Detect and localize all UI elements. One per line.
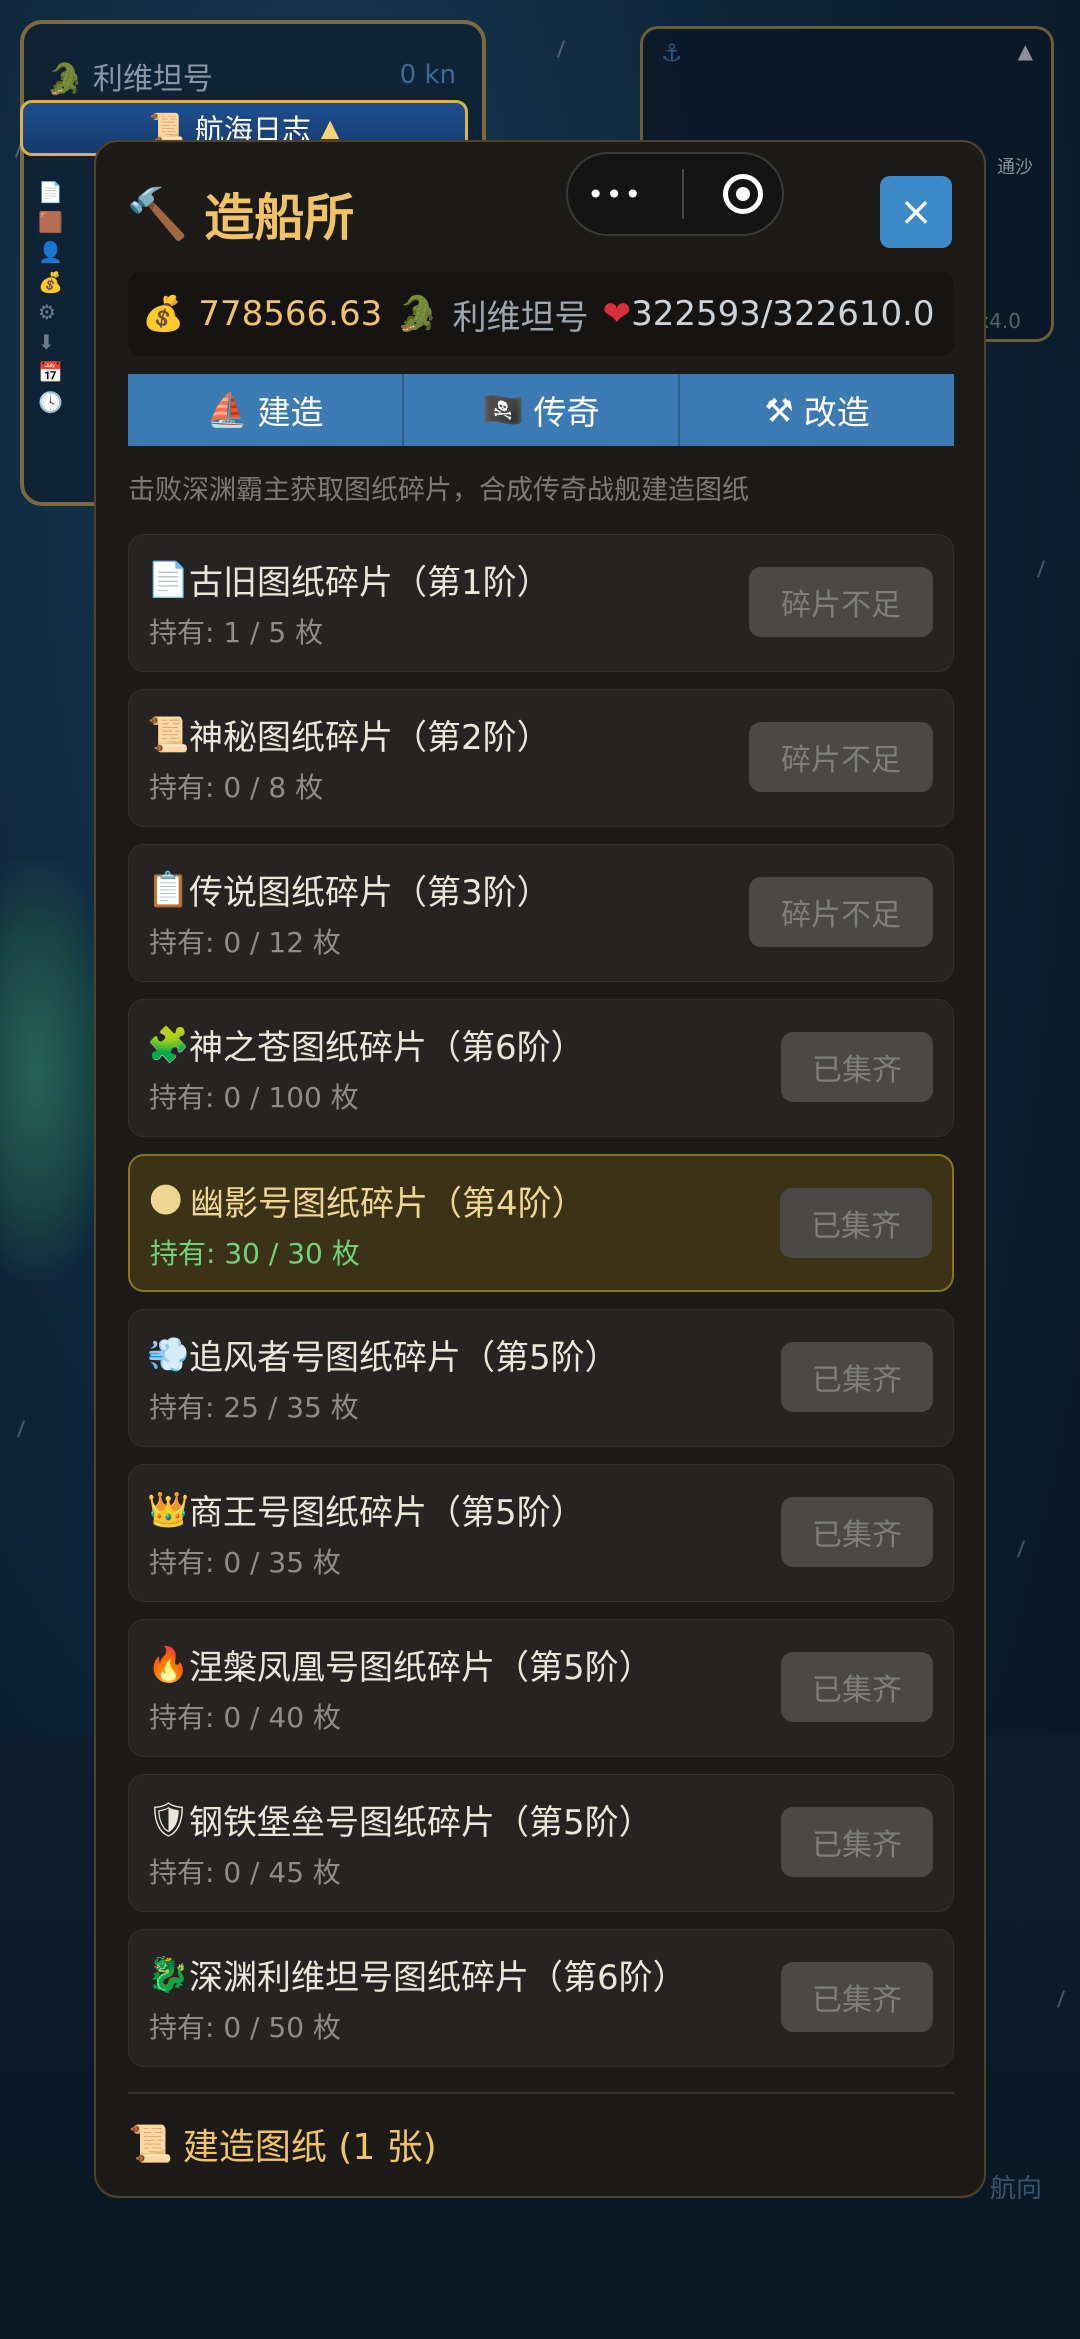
fragment-count: 持有: 25 / 35 枚: [149, 1391, 359, 1424]
collected-button[interactable]: 已集齐: [781, 1032, 933, 1102]
blueprint-section-title: 📜 建造图纸 (1 张): [128, 2124, 437, 2168]
anchor-icon: ⚓: [661, 39, 683, 67]
insufficient-button[interactable]: 碎片不足: [749, 877, 933, 947]
info-row: ⚙: [38, 300, 56, 324]
ship-name: 利维坦号: [452, 297, 589, 338]
pirate-flag-icon: 🏴‍☠️: [482, 390, 524, 429]
close-icon: ×: [899, 189, 933, 235]
info-row: 🕓: [38, 390, 63, 414]
list-item: 🔥 涅槃凤凰号图纸碎片（第5阶） 持有: 0 / 40 枚 已集齐: [128, 1619, 954, 1757]
tab-bar: ⛵ 建造 🏴‍☠️ 传奇 ⚒ 改造: [128, 374, 954, 446]
fragment-count: 持有: 0 / 50 枚: [149, 2011, 341, 2044]
collected-button[interactable]: 已集齐: [781, 1962, 933, 2032]
nav-hint: 航向: [990, 2174, 1043, 2204]
fire-icon: 🔥: [147, 1644, 190, 1685]
info-row: 🟫: [38, 210, 63, 234]
heart-icon: ❤: [602, 294, 632, 334]
shadow-orb-icon: 🌑: [148, 1180, 184, 1221]
list-item: 📋 传说图纸碎片（第3阶） 持有: 0 / 12 枚 碎片不足: [128, 844, 954, 982]
stats-bar: 💰 778566.63 🐊 利维坦号 ❤322593/322610.0: [128, 272, 954, 356]
hammer-icon: 🔨: [126, 184, 189, 243]
collected-button[interactable]: 已集齐: [781, 1497, 933, 1567]
scroll-icon: 📜: [147, 714, 190, 755]
wind-icon: 💨: [147, 1334, 190, 1375]
fragment-count: 持有: 1 / 5 枚: [149, 616, 324, 649]
gear-icon: ⚙: [38, 300, 56, 324]
crew-icon: 👤: [38, 240, 63, 264]
list-item: 💨 追风者号图纸碎片（第5阶） 持有: 25 / 35 枚 已集齐: [128, 1309, 954, 1447]
fragment-count: 持有: 0 / 100 枚: [149, 1081, 359, 1114]
info-row: 📄: [38, 180, 63, 204]
shipyard-modal: 🔨 造船所 × 💰 778566.63 🐊 利维坦号 ❤322593/32261…: [94, 140, 986, 2198]
list-item: 🐉 深渊利维坦号图纸碎片（第6阶） 持有: 0 / 50 枚 已集齐: [128, 1929, 954, 2067]
gold-amount: 778566.63: [198, 294, 383, 334]
tab-legend[interactable]: 🏴‍☠️ 传奇: [402, 374, 678, 446]
list-item: 🧩 神之苍图纸碎片（第6阶） 持有: 0 / 100 枚 已集齐: [128, 999, 954, 1137]
shield-icon: 🛡: [147, 1799, 191, 1840]
tab-build[interactable]: ⛵ 建造: [128, 374, 402, 446]
down-arrow-icon: ⬇: [38, 330, 55, 354]
divider: [128, 2092, 954, 2094]
capsule-divider: [681, 169, 684, 219]
list-item: 📄 古旧图纸碎片（第1阶） 持有: 1 / 5 枚 碎片不足: [128, 534, 954, 672]
money-bag-icon: 💰: [38, 270, 63, 294]
crocodile-icon: 🐊: [396, 294, 439, 334]
info-row: 💰: [38, 270, 63, 294]
ship-name-label: 🐊 利维坦号: [46, 62, 213, 97]
close-button[interactable]: ×: [880, 176, 952, 248]
close-miniprogram-icon[interactable]: [722, 174, 763, 214]
collected-button[interactable]: 已集齐: [781, 1652, 933, 1722]
tab-modify[interactable]: ⚒ 改造: [678, 374, 954, 446]
info-row: ⬇: [38, 330, 55, 354]
info-row: 📅: [38, 360, 63, 384]
chest-icon: 🟫: [38, 210, 63, 234]
fragment-count: 持有: 30 / 30 枚: [150, 1237, 360, 1270]
puzzle-icon: 🧩: [147, 1024, 190, 1065]
fragment-count: 持有: 0 / 12 枚: [149, 926, 341, 959]
list-item: 🌑 幽影号图纸碎片（第4阶） 持有: 30 / 30 枚 已集齐: [128, 1154, 954, 1292]
hp-readout: ❤322593/322610.0: [602, 294, 935, 334]
clipboard-icon: 📋: [147, 869, 190, 910]
triangle-up-icon: ▲: [320, 114, 340, 142]
money-bag-icon: 💰: [142, 294, 185, 334]
info-row: 👤: [38, 240, 63, 264]
collected-button[interactable]: 已集齐: [781, 1807, 933, 1877]
modal-title: 🔨 造船所: [126, 184, 355, 248]
insufficient-button[interactable]: 碎片不足: [749, 567, 933, 637]
speed-readout: 0 kn: [399, 60, 456, 90]
scroll-icon: 📜: [128, 2124, 173, 2165]
fragment-count: 持有: 0 / 35 枚: [149, 1546, 341, 1579]
tools-icon: ⚒: [764, 390, 794, 430]
fragment-count: 持有: 0 / 8 枚: [149, 771, 324, 804]
list-item: 👑 商王号图纸碎片（第5阶） 持有: 0 / 35 枚 已集齐: [128, 1464, 954, 1602]
collapse-icon[interactable]: ▲: [1018, 39, 1033, 63]
miniprogram-capsule: •••: [566, 152, 784, 236]
fragment-count: 持有: 0 / 40 枚: [149, 1701, 341, 1734]
hint-text: 击败深渊霸主获取图纸碎片，合成传奇战舰建造图纸: [128, 475, 749, 506]
calendar-icon: 📅: [38, 360, 63, 384]
minimap-label: 通沙: [997, 157, 1033, 178]
sailboat-icon: ⛵: [206, 390, 248, 429]
fragment-list: 📄 古旧图纸碎片（第1阶） 持有: 1 / 5 枚 碎片不足 📜 神秘图纸碎片（第2…: [128, 534, 954, 2084]
dragon-icon: 🐉: [147, 1954, 190, 1995]
list-item: 🛡 钢铁堡垒号图纸碎片（第5阶） 持有: 0 / 45 枚 已集齐: [128, 1774, 954, 1912]
crown-icon: 👑: [147, 1489, 190, 1530]
insufficient-button[interactable]: 碎片不足: [749, 722, 933, 792]
crocodile-icon: 🐊: [46, 62, 84, 97]
doc-icon: 📄: [38, 180, 63, 204]
list-item: 📜 神秘图纸碎片（第2阶） 持有: 0 / 8 枚 碎片不足: [128, 689, 954, 827]
more-icon[interactable]: •••: [587, 178, 643, 211]
collected-button[interactable]: 已集齐: [781, 1342, 933, 1412]
collected-button[interactable]: 已集齐: [780, 1188, 932, 1258]
document-icon: 📄: [147, 559, 190, 600]
clock-icon: 🕓: [38, 390, 63, 414]
fragment-count: 持有: 0 / 45 枚: [149, 1856, 341, 1889]
